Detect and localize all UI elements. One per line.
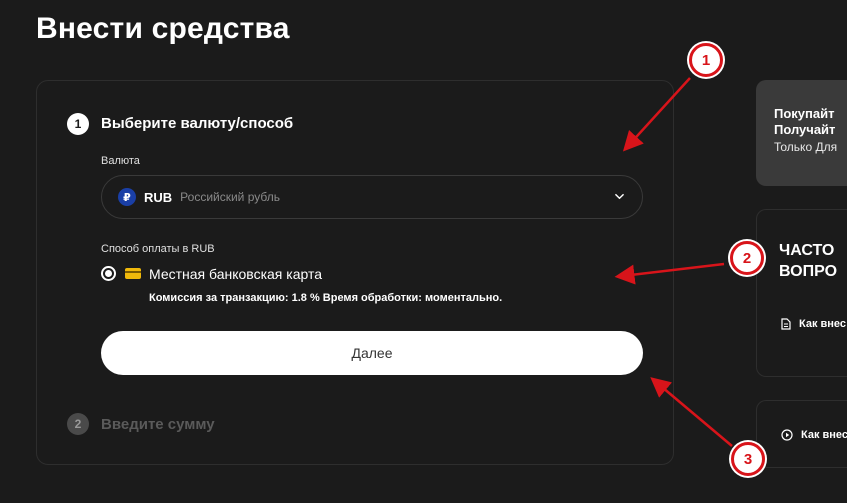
radio-selected-dot xyxy=(105,270,112,277)
payment-method-name[interactable]: Местная банковская карта xyxy=(149,266,322,282)
step-1-title: Выберите валюту/способ xyxy=(101,115,294,132)
bank-card-icon xyxy=(125,268,141,279)
annotation-badge-1: 1 xyxy=(689,43,723,77)
step-1-number: 1 xyxy=(67,113,89,135)
currency-name: Российский рубль xyxy=(180,190,280,204)
faq-card: ЧАСТО ВОПРО Как внес xyxy=(756,209,847,377)
payment-method-label: Способ оплаты в RUB xyxy=(101,243,215,255)
play-icon xyxy=(781,429,793,441)
promo-subtitle: Только Для xyxy=(774,140,838,154)
video-link[interactable]: Как внес xyxy=(781,429,847,441)
currency-code: RUB xyxy=(144,189,173,205)
page-title: Внести средства xyxy=(36,12,290,45)
promo-line-2: Получайт xyxy=(774,122,836,137)
deposit-form-card: 1 Выберите валюту/способ Валюта ₽ RUB Ро… xyxy=(36,80,674,465)
document-icon xyxy=(781,318,791,330)
ruble-icon: ₽ xyxy=(118,188,136,206)
currency-label: Валюта xyxy=(101,155,140,167)
next-button[interactable]: Далее xyxy=(101,331,643,375)
video-link-label: Как внес xyxy=(801,429,847,441)
payment-method-info: Комиссия за транзакцию: 1.8 % Время обра… xyxy=(149,292,503,304)
faq-title: ЧАСТО ВОПРО xyxy=(779,242,838,280)
promo-line-1: Покупайт xyxy=(774,106,835,121)
video-card: Как внес xyxy=(756,400,847,468)
promo-card[interactable]: Покупайт Получайт Только Для xyxy=(756,80,847,186)
currency-select[interactable]: ₽ RUB Российский рубль xyxy=(101,175,643,219)
chevron-down-icon[interactable] xyxy=(615,192,624,201)
payment-method-radio[interactable] xyxy=(101,266,116,281)
step-2-title: Введите сумму xyxy=(101,416,215,433)
step-2-number: 2 xyxy=(67,413,89,435)
faq-link[interactable]: Как внес xyxy=(781,318,846,330)
faq-link-label: Как внес xyxy=(799,318,847,330)
annotation-badge-3: 3 xyxy=(731,442,765,476)
annotation-badge-2: 2 xyxy=(730,241,764,275)
